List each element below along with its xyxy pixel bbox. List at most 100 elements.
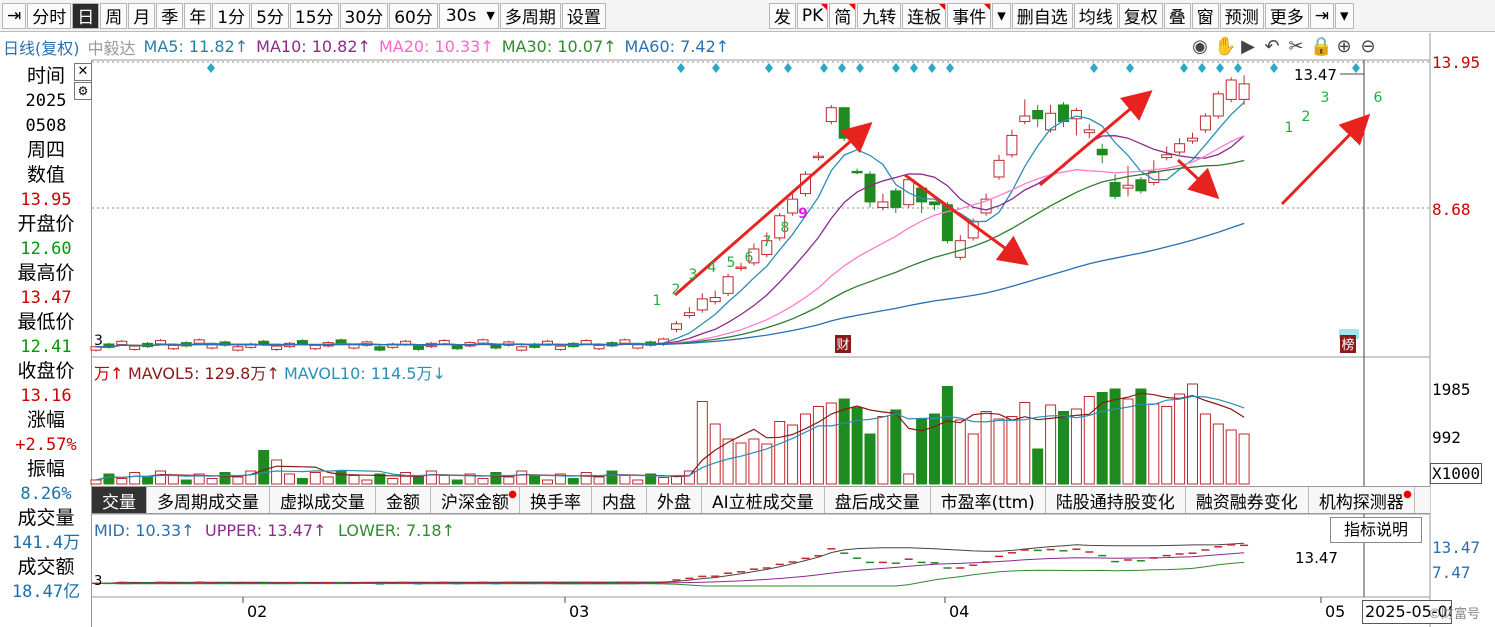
- candle-body: [155, 340, 166, 345]
- candle-body: [335, 339, 347, 344]
- event-diamond-icon: [1180, 63, 1188, 73]
- boll-min-label: 3: [94, 574, 102, 589]
- volume-bar: [451, 479, 463, 485]
- nine-turn-label: 3: [689, 267, 698, 283]
- volume-bar: [1058, 411, 1069, 485]
- candle-body: [348, 344, 360, 349]
- tab-7[interactable]: 外盘: [647, 487, 702, 513]
- volume-label: 万↑: [94, 364, 123, 383]
- volume-bar: [219, 472, 231, 485]
- event-diamond-icon: [765, 63, 773, 73]
- tab-label: 融资融券变化: [1195, 492, 1298, 513]
- tab-label: 外盘: [657, 492, 691, 513]
- boll-axis-upper: 13.47: [1432, 538, 1481, 557]
- volume-bar: [542, 479, 553, 485]
- tab-label: 市盈率(ttm): [940, 492, 1035, 513]
- volume-bar: [348, 475, 360, 485]
- event-diamond-icon: [712, 63, 720, 73]
- volume-bar: [116, 478, 128, 485]
- volume-bar: [954, 419, 966, 485]
- event-diamond-icon: [784, 63, 792, 73]
- event-diamond-icon: [820, 63, 828, 73]
- volume-bar: [1174, 393, 1186, 485]
- candle-body: [1122, 184, 1134, 189]
- nine-turn-label: 3: [1321, 90, 1330, 106]
- volume-bar: [800, 413, 811, 485]
- volume-bar: [1199, 413, 1211, 485]
- volume-bar: [1006, 416, 1018, 485]
- tab-1[interactable]: 多周期成交量: [147, 487, 270, 513]
- ma20-line: [95, 135, 1245, 348]
- tab-11[interactable]: 陆股通持股变化: [1046, 487, 1186, 513]
- candle-body: [1225, 79, 1237, 100]
- tab-label: 陆股通持股变化: [1055, 492, 1175, 513]
- volume-bar: [129, 472, 141, 485]
- volume-bar: [671, 476, 682, 485]
- candle-body: [671, 323, 682, 330]
- event-diamond-icon: [892, 63, 900, 73]
- volume-bar: [864, 433, 876, 485]
- tab-13[interactable]: 机构探测器 ●: [1309, 487, 1415, 513]
- price-max-label: 13.47: [1294, 66, 1337, 84]
- volume-bar: [941, 386, 953, 485]
- event-diamond-icon: [928, 63, 936, 73]
- volume-bar: [1070, 408, 1082, 485]
- volume-bar: [709, 423, 721, 485]
- volume-bar: [90, 479, 102, 485]
- event-diamond-icon: [207, 63, 215, 73]
- volume-bar: [322, 476, 334, 485]
- event-diamond-icon: [856, 63, 864, 73]
- kline-chart[interactable]: 123 4 5 6789123 6财 榜13.473万↑ MAVOL5: 129.8万↑ MA…: [0, 0, 1495, 627]
- candle-body: [851, 170, 863, 174]
- event-diamond-icon: [677, 63, 685, 73]
- candle-body: [877, 201, 889, 208]
- nine-turn-label: 1: [653, 293, 662, 309]
- candle-body: [374, 346, 386, 351]
- candle-body: [838, 107, 850, 139]
- volume-axis-label-mid: 992: [1432, 428, 1461, 447]
- tab-10[interactable]: 市盈率(ttm): [931, 487, 1046, 513]
- tab-6[interactable]: 内盘: [592, 487, 647, 513]
- nine-turn-label: 6: [745, 250, 754, 266]
- candle-body: [193, 339, 205, 344]
- tab-0[interactable]: 交量: [92, 487, 147, 513]
- tab-3[interactable]: 金额: [376, 487, 431, 513]
- volume-bar: [838, 398, 850, 485]
- volume-bar: [748, 438, 760, 485]
- tab-5[interactable]: 换手率: [520, 487, 592, 513]
- event-diamond-icon: [946, 63, 954, 73]
- candle-body: [632, 344, 644, 349]
- volume-bar: [425, 470, 437, 485]
- volume-bar: [722, 438, 734, 485]
- tab-label: 内盘: [602, 492, 636, 513]
- volume-bar: [387, 478, 399, 485]
- tab-2[interactable]: 虚拟成交量: [270, 487, 376, 513]
- volume-bar: [1212, 423, 1224, 485]
- candle-body: [1187, 137, 1198, 142]
- volume-bar: [890, 409, 902, 485]
- volume-unit-label: X1000: [1430, 463, 1483, 484]
- nine-turn-label: 4: [708, 260, 717, 276]
- volume-bar: [1122, 398, 1134, 485]
- tab-9[interactable]: 盘后成交量: [825, 487, 931, 513]
- candle-body: [929, 201, 940, 206]
- ma60-line: [95, 222, 1245, 348]
- tab-label: AI立桩成交量: [712, 492, 814, 513]
- indicator-tabs: 交量 多周期成交量 虚拟成交量 金额 沪深金额 ● 换手率 内盘 外盘 AI立桩成交量 盘后成交量市…: [92, 486, 1430, 514]
- volume-bar: [1161, 406, 1173, 485]
- candle-body: [116, 340, 128, 346]
- candle-body: [129, 345, 141, 350]
- volume-bar: [1032, 448, 1044, 485]
- date-axis-label: 03: [569, 602, 589, 621]
- candle-body: [696, 298, 708, 311]
- tab-8[interactable]: AI立桩成交量: [702, 487, 825, 513]
- nine-turn-label: 6: [1374, 90, 1383, 106]
- candle-body: [296, 340, 308, 345]
- volume-bar: [503, 476, 515, 485]
- candle-body: [1109, 182, 1121, 197]
- tab-4[interactable]: 沪深金额 ●: [431, 487, 520, 513]
- tab-12[interactable]: 融资融券变化: [1186, 487, 1309, 513]
- indicator-help-button[interactable]: 指标说明: [1330, 517, 1422, 543]
- tab-label: 金额: [386, 492, 420, 513]
- event-diamond-icon: [1352, 63, 1360, 73]
